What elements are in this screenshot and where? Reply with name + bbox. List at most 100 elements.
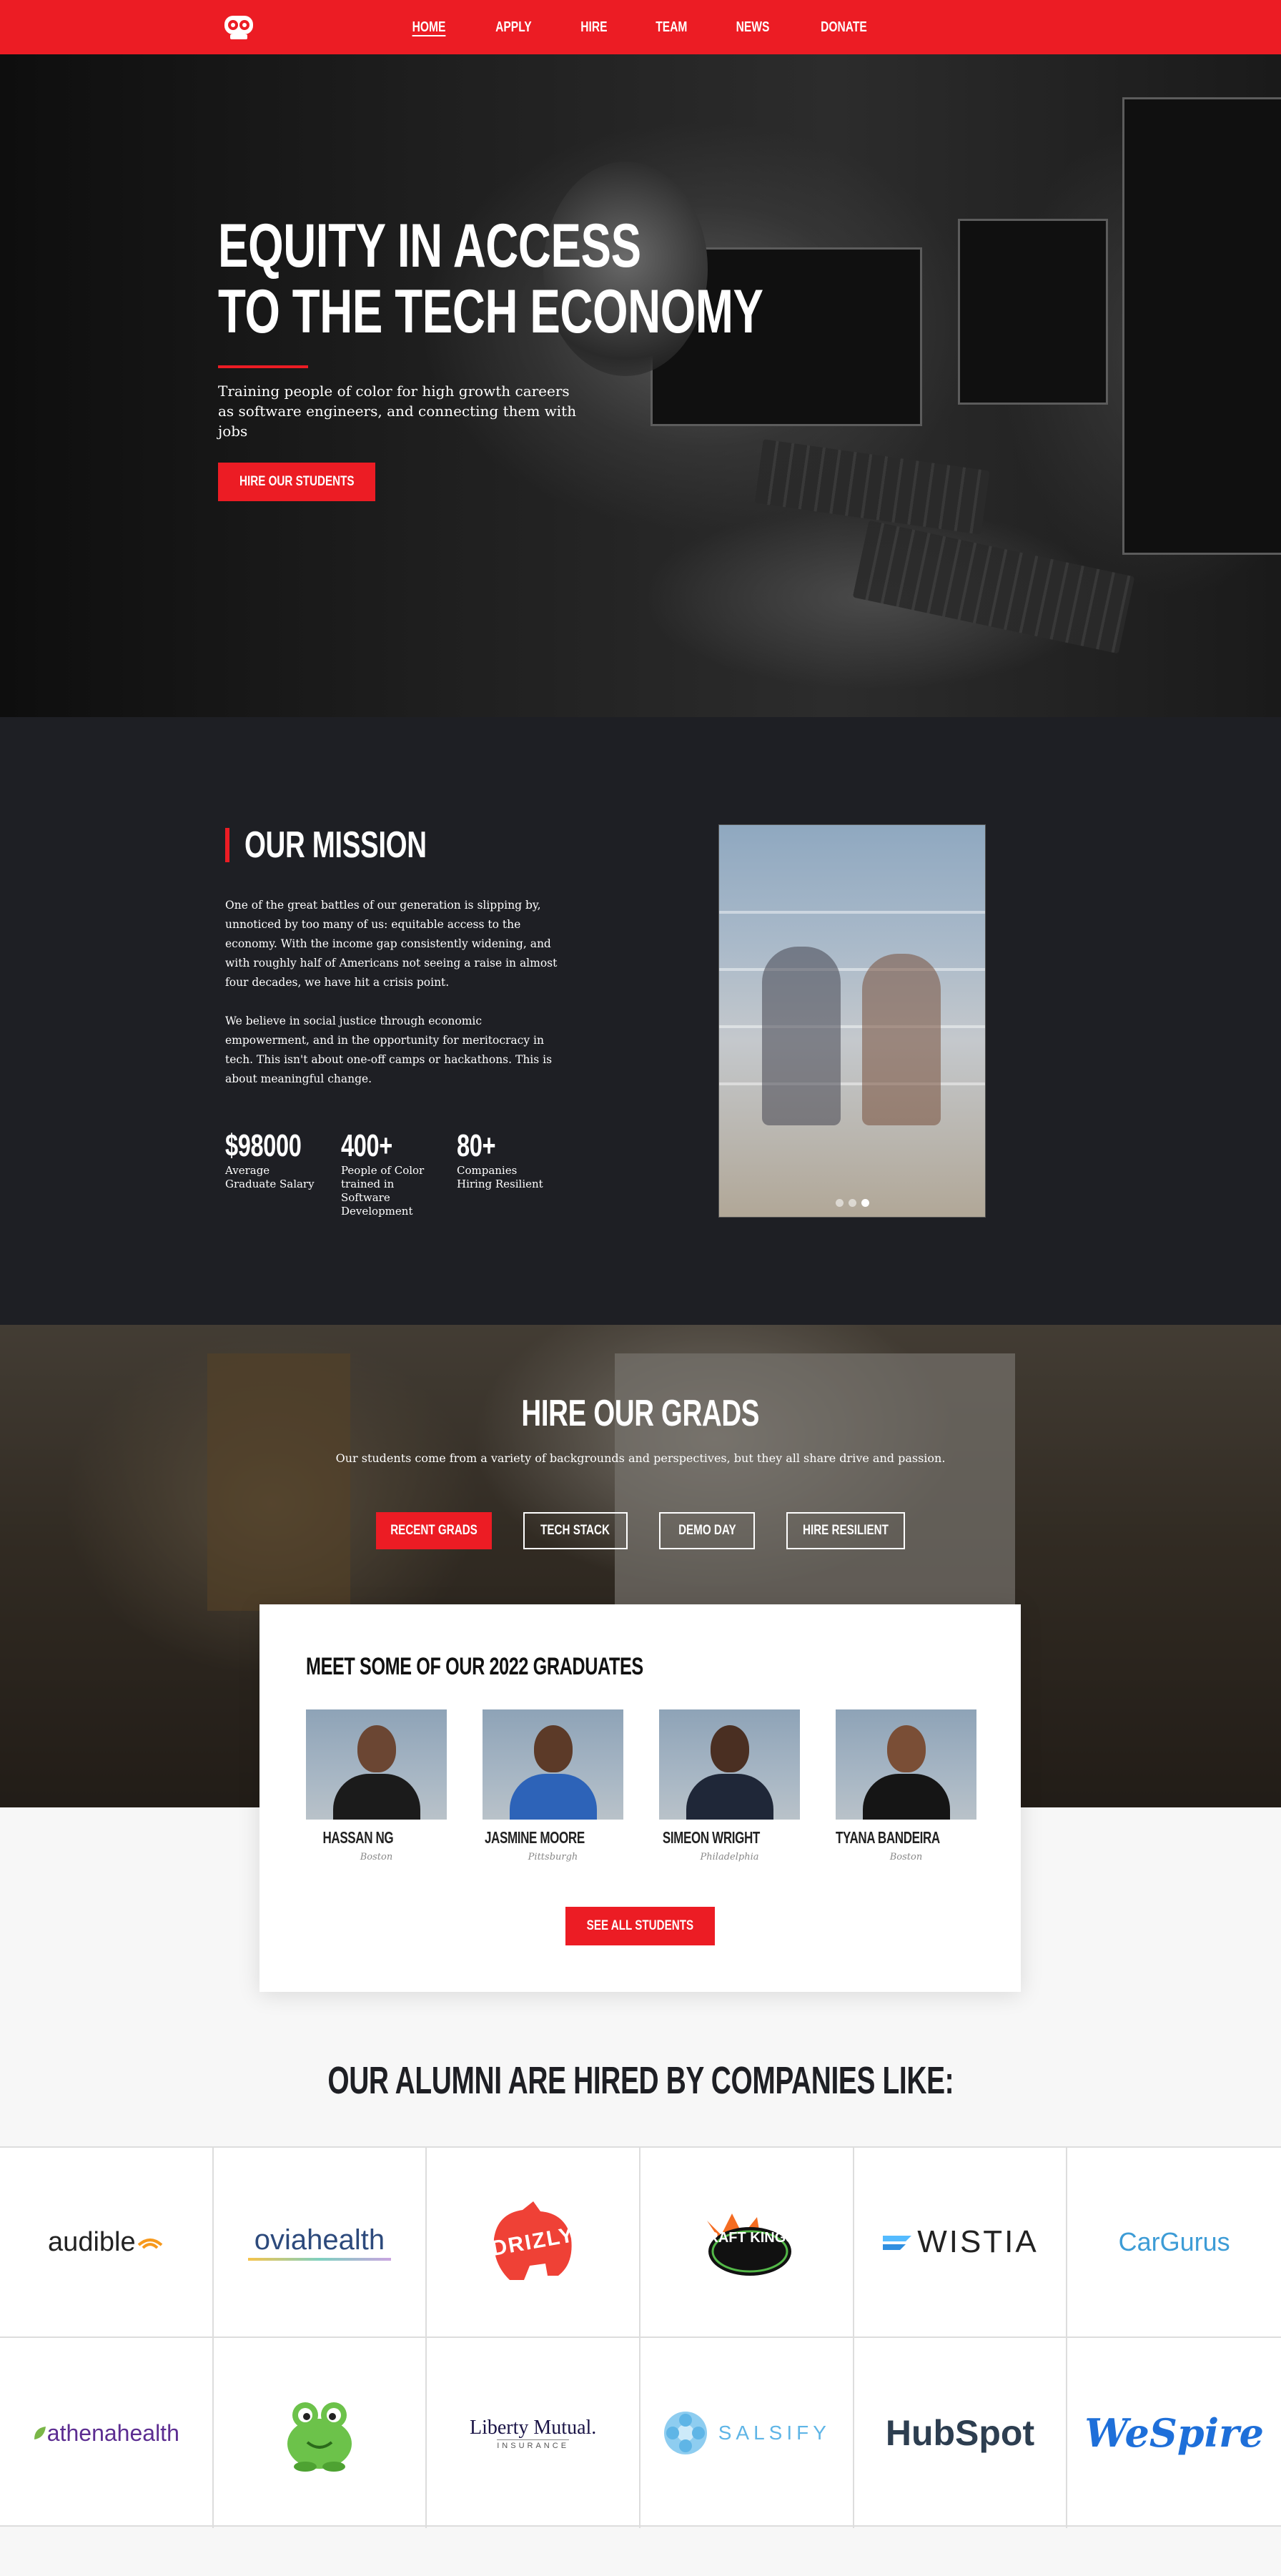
athenahealth-leaf-icon (34, 2427, 46, 2439)
logo-wistia[interactable]: WISTIA (854, 2148, 1068, 2338)
graduate-head (711, 1725, 749, 1772)
nav-links: HOME APPLY HIRE TEAM NEWS DONATE (0, 0, 1281, 54)
hero-title: EQUITY IN ACCESS TO THE TECH ECONOMY (218, 213, 763, 345)
graduate-name: JASMINE MOORE (484, 1828, 585, 1847)
hero-title-line-2: TO THE TECH ECONOMY (218, 277, 763, 346)
audible-waves-icon (137, 2239, 162, 2249)
stat-value: $98000 (225, 1128, 302, 1163)
graduate-body (333, 1774, 420, 1820)
photo-detail (719, 968, 985, 971)
graduate-head (887, 1725, 926, 1772)
graduate-card[interactable]: TYANA BANDEIRA Boston (836, 1709, 976, 1862)
logo-salsify[interactable]: SALSIFY (640, 2338, 854, 2528)
logo-frog[interactable] (214, 2338, 427, 2528)
mission-accent-bar (225, 828, 229, 862)
cargurus-wordmark: CarGurus (1118, 2227, 1230, 2256)
carousel-dot[interactable] (848, 1199, 856, 1207)
nav-link-apply[interactable]: APPLY (495, 19, 532, 36)
salsify-wordmark: SALSIFY (718, 2422, 831, 2444)
nav-link-hire[interactable]: HIRE (580, 19, 607, 36)
company-logo-grid: audible oviahealth DRIZLY DRAFT KINGS WI… (0, 2146, 1281, 2528)
mission-stats: $98000 Average Graduate Salary 400+ Peop… (225, 1128, 553, 1218)
hero-divider (218, 365, 308, 368)
liberty-mutual-subtitle: INSURANCE (497, 2439, 570, 2450)
logo-audible[interactable]: audible (0, 2148, 214, 2338)
carousel-dot-active[interactable] (861, 1199, 869, 1207)
logo-draftkings[interactable]: DRAFT KINGS (640, 2148, 854, 2338)
graduates-list: HASSAN NG Boston JASMINE MOORE Pittsburg… (306, 1709, 976, 1862)
mission-paragraph: We believe in social justice through eco… (225, 1015, 553, 1085)
carousel-dot[interactable] (835, 1199, 844, 1207)
wistia-wordmark: WISTIA (917, 2224, 1039, 2259)
logo-cargurus[interactable]: CarGurus (1067, 2148, 1281, 2338)
logo-wespire[interactable]: WeSpire (1067, 2338, 1281, 2528)
alumni-title-text: OUR ALUMNI ARE HIRED BY COMPANIES LIKE: (327, 2059, 954, 2102)
stat-companies: 80+ Companies Hiring Resilient (457, 1128, 553, 1218)
graduates-card: MEET SOME OF OUR 2022 GRADUATES HASSAN N… (259, 1604, 1021, 1992)
graduate-card[interactable]: JASMINE MOORE Pittsburgh (483, 1709, 623, 1862)
mission-paragraph: One of the great battles of our generati… (225, 899, 558, 989)
graduate-city: Boston (360, 1852, 393, 1862)
graduates-title: MEET SOME OF OUR 2022 GRADUATES (306, 1653, 643, 1680)
hubspot-wordmark: HubSpot (885, 2413, 1035, 2453)
graduate-name: HASSAN NG (322, 1828, 394, 1847)
hire-our-students-label: HIRE OUR STUDENTS (239, 474, 355, 489)
hire-tabs: RECENT GRADS TECH STACK DEMO DAY HIRE RE… (0, 1512, 1281, 1549)
tab-label: TECH STACK (540, 1523, 610, 1538)
stat-people-trained: 400+ People of Color trained in Software… (341, 1128, 437, 1218)
liberty-mutual-wordmark: Liberty Mutual. (470, 2416, 597, 2439)
graduate-photo (836, 1709, 976, 1820)
graduate-city: Pittsburgh (528, 1852, 578, 1862)
nav-link-donate[interactable]: DONATE (821, 19, 867, 36)
logo-athenahealth[interactable]: athenahealth (0, 2338, 214, 2528)
photo-detail (719, 1025, 985, 1028)
nav-link-team[interactable]: TEAM (656, 19, 687, 36)
graduate-head (534, 1725, 573, 1772)
alumni-title: OUR ALUMNI ARE HIRED BY COMPANIES LIKE: (0, 2059, 1281, 2102)
mission-photo-carousel[interactable] (718, 824, 986, 1218)
tab-tech-stack[interactable]: TECH STACK (523, 1512, 628, 1549)
graduate-body (510, 1774, 597, 1820)
see-all-students-button[interactable]: SEE ALL STUDENTS (565, 1907, 715, 1945)
athenahealth-wordmark: athenahealth (46, 2419, 179, 2446)
nav-link-news[interactable]: NEWS (736, 19, 770, 36)
mission-section: OUR MISSION One of the great battles of … (0, 717, 1281, 1325)
stat-value: 400+ (341, 1128, 392, 1163)
photo-detail (719, 1082, 985, 1085)
tab-hire-resilient[interactable]: HIRE RESILIENT (786, 1512, 905, 1549)
logo-oviahealth[interactable]: oviahealth (213, 2148, 427, 2338)
stat-value: 80+ (457, 1128, 496, 1163)
logo-liberty-mutual[interactable]: Liberty Mutual. INSURANCE (427, 2338, 640, 2528)
graduate-head (357, 1725, 396, 1772)
hero-subtitle: Training people of color for high growth… (218, 383, 577, 440)
tab-recent-grads[interactable]: RECENT GRADS (376, 1512, 492, 1549)
photo-detail (719, 911, 985, 914)
hire-title: HIRE OUR GRADS (0, 1393, 1281, 1434)
photo-person (762, 947, 841, 1125)
nav-link-home[interactable]: HOME (412, 19, 445, 36)
graduate-body (686, 1774, 773, 1820)
top-navigation: HOME APPLY HIRE TEAM NEWS DONATE (0, 0, 1281, 54)
stat-label: Companies Hiring Resilient (457, 1164, 543, 1190)
frog-mascot-icon (287, 2402, 352, 2472)
graduate-card[interactable]: HASSAN NG Boston (306, 1709, 447, 1862)
logo-hubspot[interactable]: HubSpot (854, 2338, 1068, 2528)
tab-label: DEMO DAY (678, 1523, 736, 1538)
logo-drizly[interactable]: DRIZLY (427, 2148, 640, 2338)
hero-monitor-image (1122, 97, 1281, 555)
graduate-card[interactable]: SIMEON WRIGHT Philadelphia (659, 1709, 800, 1862)
graduate-photo (483, 1709, 623, 1820)
tab-label: HIRE RESILIENT (803, 1523, 889, 1538)
hero-keyboard-image (852, 520, 1135, 654)
see-all-students-label: SEE ALL STUDENTS (586, 1918, 694, 1933)
stat-salary: $98000 Average Graduate Salary (225, 1128, 321, 1218)
mission-title: OUR MISSION (244, 824, 427, 866)
salsify-flower-icon (663, 2412, 707, 2454)
hero-section: EQUITY IN ACCESS TO THE TECH ECONOMY Tra… (0, 54, 1281, 717)
tab-demo-day[interactable]: DEMO DAY (659, 1512, 755, 1549)
mission-text: One of the great battles of our generati… (225, 896, 568, 1089)
graduate-city: Philadelphia (700, 1852, 759, 1862)
hire-our-students-button[interactable]: HIRE OUR STUDENTS (218, 463, 375, 501)
tab-label: RECENT GRADS (390, 1523, 478, 1538)
carousel-dots (719, 1199, 985, 1207)
